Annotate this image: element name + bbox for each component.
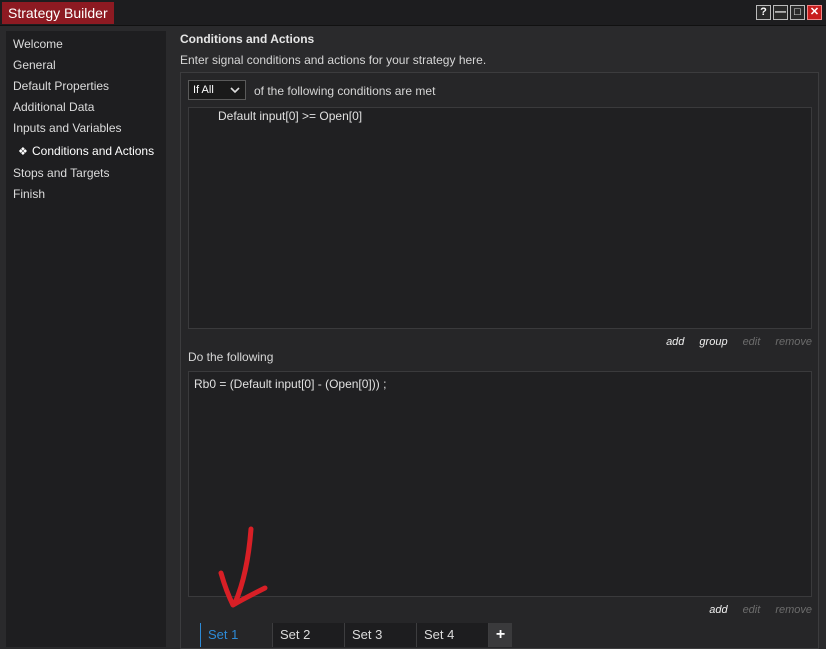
tab-set-1[interactable]: Set 1: [200, 623, 272, 647]
add-action-link[interactable]: add: [709, 604, 727, 616]
window-controls: ? — □ ✕: [756, 5, 822, 20]
sidebar-item-welcome[interactable]: Welcome: [6, 34, 166, 55]
sidebar-item-label: Conditions and Actions: [32, 144, 155, 158]
sidebar-item-conditions-actions[interactable]: ❖ Conditions and Actions: [6, 139, 166, 163]
group-condition-link[interactable]: group: [699, 336, 727, 348]
conditions-list[interactable]: Default input[0] >= Open[0]: [188, 107, 812, 329]
close-button[interactable]: ✕: [807, 5, 822, 20]
page-description: Enter signal conditions and actions for …: [180, 53, 487, 67]
sidebar-item-stops-targets[interactable]: Stops and Targets: [6, 163, 166, 184]
sidebar-item-finish[interactable]: Finish: [6, 184, 166, 205]
window-title: Strategy Builder: [2, 2, 114, 24]
condition-suffix: of the following conditions are met: [254, 84, 436, 98]
condition-actions: add group edit remove: [651, 336, 812, 348]
actions-list[interactable]: Rb0 = (Default input[0] - (Open[0])) ;: [188, 371, 812, 597]
tab-set-2[interactable]: Set 2: [272, 623, 344, 647]
add-set-button[interactable]: +: [488, 623, 512, 647]
wizard-sidebar: Welcome General Default Properties Addit…: [6, 31, 166, 647]
maximize-button[interactable]: □: [790, 5, 805, 20]
remove-action-link[interactable]: remove: [775, 604, 812, 616]
action-item[interactable]: Rb0 = (Default input[0] - (Open[0])) ;: [194, 377, 386, 391]
tab-set-4[interactable]: Set 4: [416, 623, 488, 647]
actions-label: Do the following: [188, 350, 274, 364]
sidebar-item-general[interactable]: General: [6, 55, 166, 76]
condition-mode-value: If All: [193, 84, 214, 96]
chevron-down-icon: [230, 81, 240, 106]
sidebar-item-inputs-variables[interactable]: Inputs and Variables: [6, 118, 166, 139]
window-titlebar: Strategy Builder ? — □ ✕: [0, 0, 826, 26]
edit-condition-link[interactable]: edit: [743, 336, 761, 348]
help-button[interactable]: ?: [756, 5, 771, 20]
add-condition-link[interactable]: add: [666, 336, 684, 348]
red-arrow-annotation-icon: [218, 526, 268, 608]
condition-mode-select[interactable]: If All: [188, 80, 246, 100]
edit-action-link[interactable]: edit: [743, 604, 761, 616]
sidebar-item-default-properties[interactable]: Default Properties: [6, 76, 166, 97]
sidebar-item-additional-data[interactable]: Additional Data: [6, 97, 166, 118]
minimize-button[interactable]: —: [773, 5, 788, 20]
tab-set-3[interactable]: Set 3: [344, 623, 416, 647]
set-tabs: Set 1 Set 2 Set 3 Set 4 +: [200, 623, 512, 647]
action-actions: add edit remove: [694, 604, 812, 616]
set-panel: If All of the following conditions are m…: [180, 72, 819, 649]
remove-condition-link[interactable]: remove: [775, 336, 812, 348]
diamond-bullet-icon: ❖: [18, 146, 28, 158]
condition-item[interactable]: Default input[0] >= Open[0]: [218, 109, 362, 123]
page-title: Conditions and Actions: [180, 32, 315, 46]
